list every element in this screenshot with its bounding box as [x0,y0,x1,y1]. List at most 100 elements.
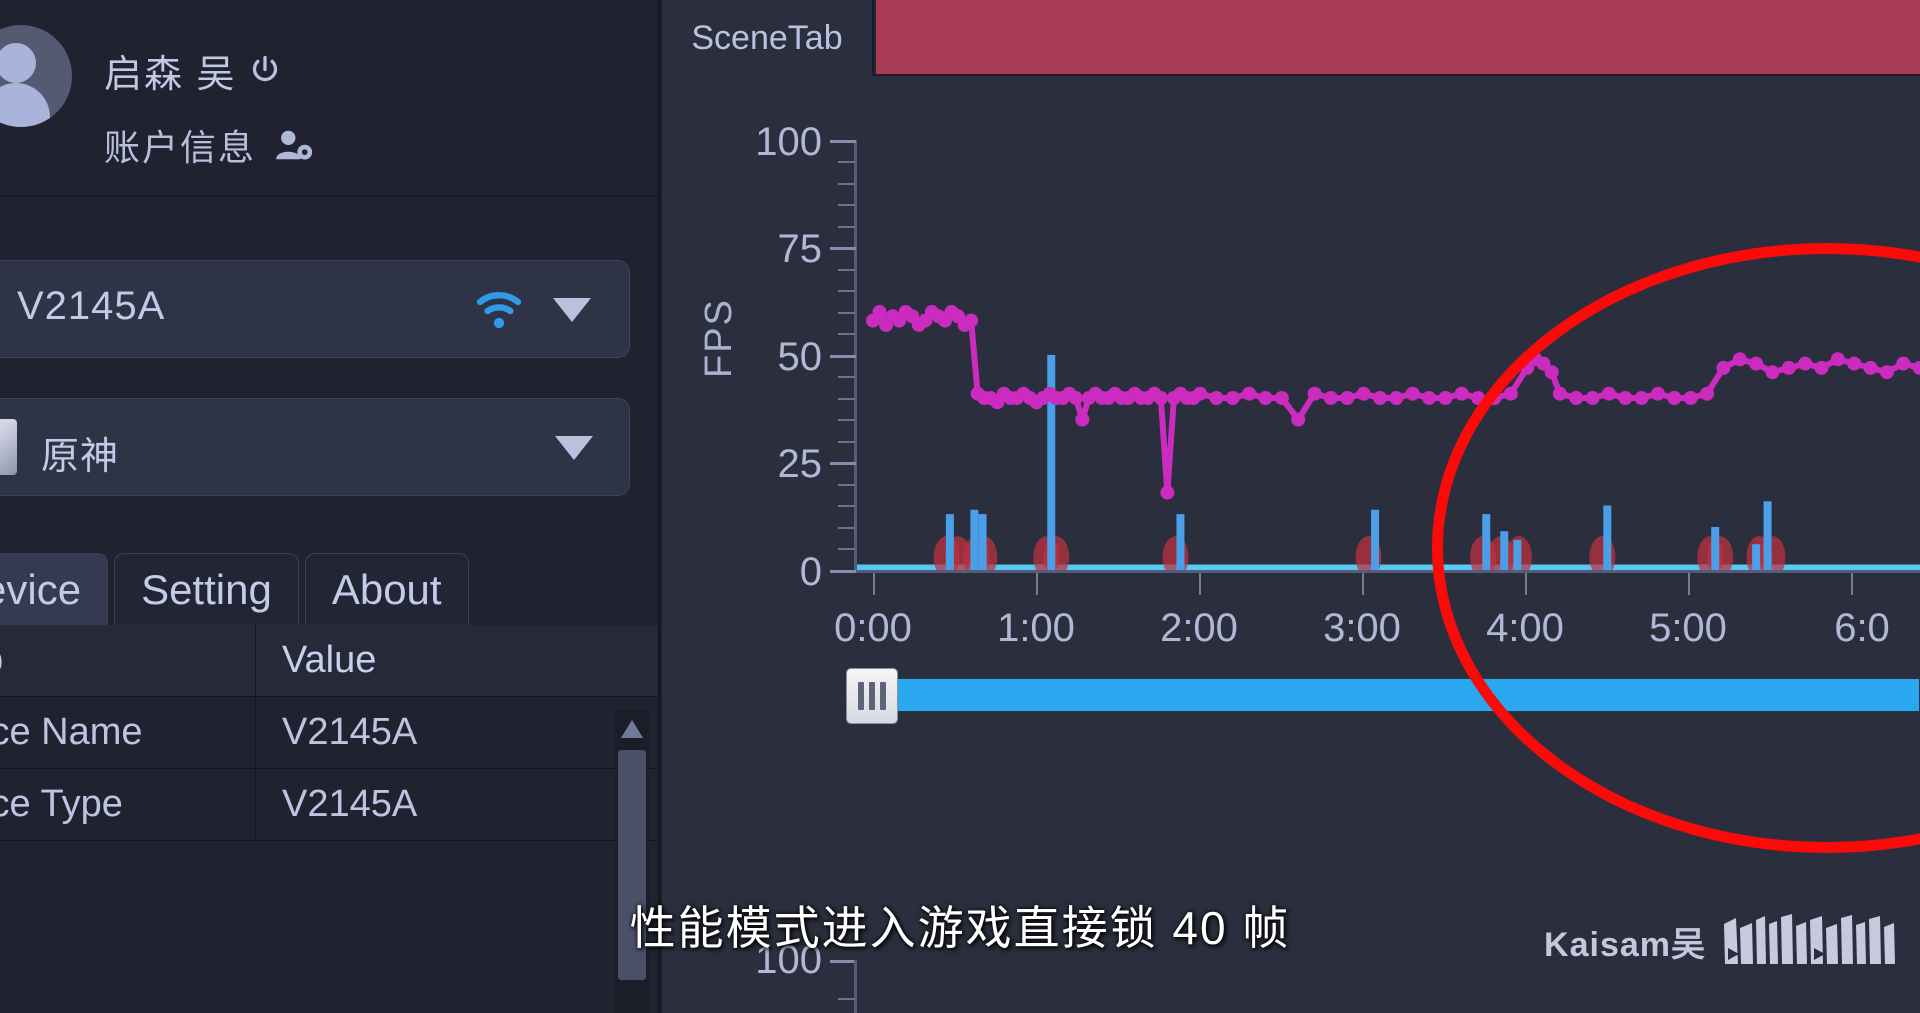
ytick-minor [838,376,855,378]
chart2-y-axis [854,960,857,1013]
xtick-label-2: 2:00 [1160,606,1238,650]
xtick-label-3: 3:00 [1323,606,1401,650]
tab-setting[interactable]: Setting [114,553,299,625]
xtick [1199,573,1201,595]
ytick-minor [838,527,855,529]
table-cell-value: V2145A [282,711,418,753]
device-info-table: p Value ice Name V2145A ice Type V2145A [0,625,658,841]
tab-about-label: About [331,565,442,613]
chart-plot-surface [857,140,1920,570]
xtick [1525,573,1527,595]
ytick-minor [838,441,855,443]
tab-scenetab-label: SceneTab [691,18,843,57]
tab-scenetab[interactable]: SceneTab [662,0,874,76]
ytick-major [830,140,856,143]
device-selector[interactable]: V2145A [0,260,630,358]
table-header-row: p Value [0,625,658,697]
device-selector-value: V2145A [17,284,166,328]
username-row: 启森 吴 [104,43,283,98]
profile-block: 启森 吴 账户信息 [0,5,658,197]
slider-grip-icon [869,682,875,710]
ytick-minor [838,290,855,292]
ytick-minor [838,505,855,507]
watermark-author: Kaisam吴 [1544,925,1706,964]
ytick-minor [838,333,855,335]
xtick [1688,573,1690,595]
ytick-label-25: 25 [777,442,823,486]
ytick-minor [838,226,855,228]
slider-grip-icon [858,682,864,710]
ytick-minor [838,269,855,271]
table-header-value: Value [256,625,658,696]
ytick-label-100: 100 [755,120,822,164]
game-selector[interactable]: 原神 [0,398,630,496]
xtick [1851,573,1853,595]
fps-chart: FPS 100 75 50 25 0 0:00 1:00 2:00 3:00 4… [662,78,1920,1013]
account-info-label: 账户信息 [104,127,257,168]
ytick-minor [838,419,855,421]
sidebar-panel: 启森 吴 账户信息 V2145A 原神 vice Setting About V… [0,0,660,1013]
xtick-label-0: 0:00 [834,606,912,650]
table-cell-value: V2145A [282,783,418,825]
scene-tabbar: SceneTab [662,0,1920,76]
table-header-property: p [0,625,256,696]
username-label: 启森 吴 [104,54,237,96]
table-cell-property: ice Name [0,697,256,768]
ytick-major [830,462,856,465]
user-settings-icon[interactable] [274,127,314,163]
chart2-ytick-minor [838,998,855,1000]
tab-device[interactable]: evice [0,553,109,625]
xtick-label-5: 5:00 [1649,606,1727,650]
chart2-ytick-major [830,960,856,963]
tab-setting-label: Setting [141,565,272,613]
wifi-icon [476,292,522,329]
table-scrollbar[interactable] [615,710,649,1013]
power-icon[interactable] [247,53,283,89]
xtick-label-6: 6:0 [1834,606,1890,650]
avatar[interactable] [0,25,72,127]
xtick-label-1: 1:00 [997,606,1075,650]
ytick-minor [838,484,855,486]
ytick-label-50: 50 [777,335,823,379]
chart-svg [857,305,1920,570]
timeline-slider-track[interactable] [890,678,1920,712]
avatar-head-shape [0,43,36,83]
ytick-minor [838,183,855,185]
ytick-minor [838,161,855,163]
game-selector-value: 原神 [41,436,120,478]
main-panel: SceneTab FPS 100 75 50 25 0 0:00 1:00 2:… [662,0,1920,1013]
table-row[interactable]: ice Name V2145A [0,697,658,769]
chevron-down-icon[interactable] [555,436,593,460]
tab-device-label: evice [0,565,82,613]
table-cell-property: ice Type [0,769,256,840]
scroll-up-arrow-icon[interactable] [621,720,643,738]
xtick [1362,573,1364,595]
ytick-minor [838,398,855,400]
timeline-slider-handle[interactable] [846,668,898,724]
ytick-minor [838,548,855,550]
sidebar-tabbar: evice Setting About [0,553,469,625]
chart-x-axis [854,570,1920,573]
account-info-row[interactable]: 账户信息 [104,119,314,171]
ytick-major [830,355,856,358]
chevron-down-icon[interactable] [553,298,591,322]
slider-grip-icon [880,682,886,710]
xtick-label-4: 4:00 [1486,606,1564,650]
ytick-major [830,247,856,250]
chart2-ytick-label-100: 100 [755,938,822,982]
avatar-body-shape [0,83,50,127]
xtick [873,573,875,595]
bilibili-logo-icon [1724,914,1895,964]
ytick-minor [838,312,855,314]
scrollbar-thumb[interactable] [618,750,646,980]
game-thumbnail-icon [0,419,17,475]
xtick [1036,573,1038,595]
ytick-minor [838,204,855,206]
table-row[interactable]: ice Type V2145A [0,769,658,841]
tab-about[interactable]: About [304,553,469,625]
watermark: Kaisam吴 [1544,914,1898,968]
record-status-bar [876,0,1920,74]
ytick-major [830,570,856,573]
ytick-label-75: 75 [777,227,823,271]
ytick-label-0: 0 [799,550,822,594]
